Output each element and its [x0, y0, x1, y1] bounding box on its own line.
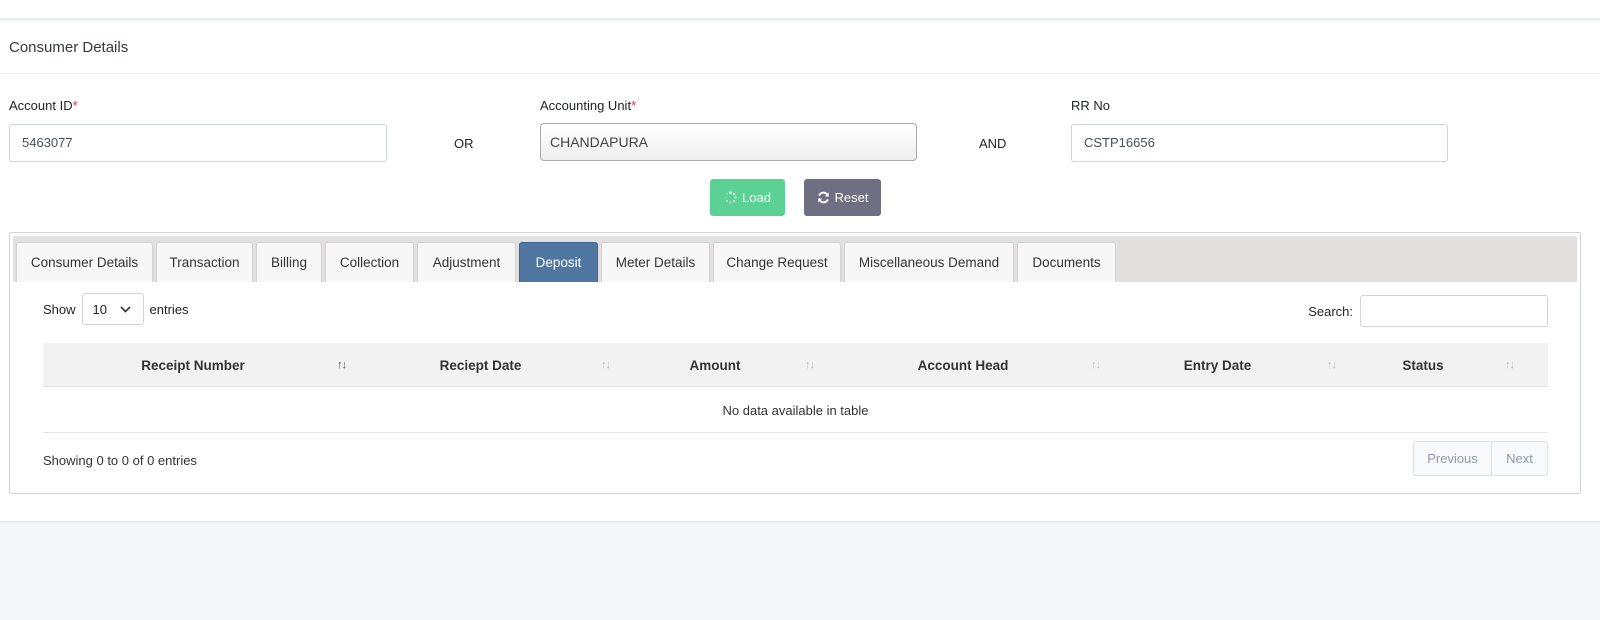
tab-bar: Consumer Details Transaction Billing Col…: [13, 236, 1577, 282]
previous-button[interactable]: Previous: [1413, 441, 1492, 476]
chevron-down-icon: [119, 305, 131, 313]
sort-asc-icon[interactable]: ↑↓: [337, 359, 347, 371]
account-id-input[interactable]: 5463077: [9, 124, 387, 162]
required-mark: *: [631, 98, 637, 113]
entries-label: entries: [149, 301, 189, 317]
sort-icon[interactable]: ↑↓: [805, 359, 815, 371]
pagination: Previous Next: [1413, 441, 1548, 476]
tab-change-request[interactable]: Change Request: [713, 242, 841, 282]
consumer-details-card: Consumer Details Account ID* 5463077 OR …: [0, 22, 1600, 522]
column-header-status[interactable]: Status: [1343, 343, 1503, 387]
page-title: Consumer Details: [9, 39, 129, 56]
column-header-amount[interactable]: Amount: [615, 343, 815, 387]
tab-adjustment[interactable]: Adjustment: [417, 242, 516, 282]
column-header-receipt-number[interactable]: Receipt Number: [43, 343, 343, 387]
account-id-label: Account ID*: [9, 98, 78, 113]
top-strip: [0, 0, 1600, 20]
table-info: Showing 0 to 0 of 0 entries: [43, 453, 197, 468]
account-id-label-text: Account ID: [9, 98, 73, 113]
page-length-value: 10: [92, 301, 107, 317]
reset-button-label: Reset: [834, 190, 869, 205]
tab-miscellaneous-demand[interactable]: Miscellaneous Demand: [844, 242, 1014, 282]
sort-icon[interactable]: ↑↓: [1091, 359, 1101, 371]
rr-no-label: RR No: [1071, 98, 1111, 113]
page-length-control: Show 10 entries: [43, 293, 189, 325]
column-header-reciept-date[interactable]: Reciept Date: [353, 343, 608, 387]
search-input[interactable]: [1360, 295, 1548, 327]
column-header-account-head[interactable]: Account Head: [818, 343, 1108, 387]
accounting-unit-label: Accounting Unit*: [540, 98, 636, 113]
or-label: OR: [454, 136, 474, 151]
refresh-icon: [817, 191, 829, 204]
sort-icon[interactable]: ↑↓: [1327, 359, 1337, 371]
next-button[interactable]: Next: [1492, 441, 1548, 476]
accounting-unit-label-text: Accounting Unit: [540, 98, 632, 113]
spinner-icon: [724, 191, 737, 204]
tab-documents[interactable]: Documents: [1017, 242, 1116, 282]
table-search: Search:: [1308, 295, 1548, 327]
load-button[interactable]: Load: [710, 179, 785, 216]
table-empty-row: No data available in table: [43, 388, 1548, 433]
table-header: Receipt Number ↑↓ Reciept Date ↑↓ Amount…: [43, 343, 1548, 387]
tab-deposit[interactable]: Deposit: [519, 242, 598, 282]
tab-collection[interactable]: Collection: [325, 242, 414, 282]
required-mark: *: [72, 98, 78, 113]
card-header: Consumer Details: [0, 22, 1600, 74]
details-panel: Consumer Details Transaction Billing Col…: [9, 232, 1581, 494]
search-label: Search:: [1308, 303, 1353, 319]
tab-billing[interactable]: Billing: [256, 242, 322, 282]
accounting-unit-select[interactable]: CHANDAPURA: [540, 123, 917, 161]
tab-consumer-details[interactable]: Consumer Details: [16, 242, 153, 282]
sort-icon[interactable]: ↑↓: [1505, 359, 1515, 371]
load-button-label: Load: [742, 190, 771, 205]
rr-no-input[interactable]: CSTP16656: [1071, 124, 1448, 162]
column-header-entry-date[interactable]: Entry Date: [1105, 343, 1330, 387]
reset-button[interactable]: Reset: [804, 179, 881, 216]
and-label: AND: [979, 136, 1007, 151]
tab-transaction[interactable]: Transaction: [156, 242, 253, 282]
page-length-select[interactable]: 10: [81, 293, 144, 325]
tab-meter-details[interactable]: Meter Details: [601, 242, 710, 282]
show-label: Show: [43, 301, 76, 317]
sort-icon[interactable]: ↑↓: [601, 359, 611, 371]
